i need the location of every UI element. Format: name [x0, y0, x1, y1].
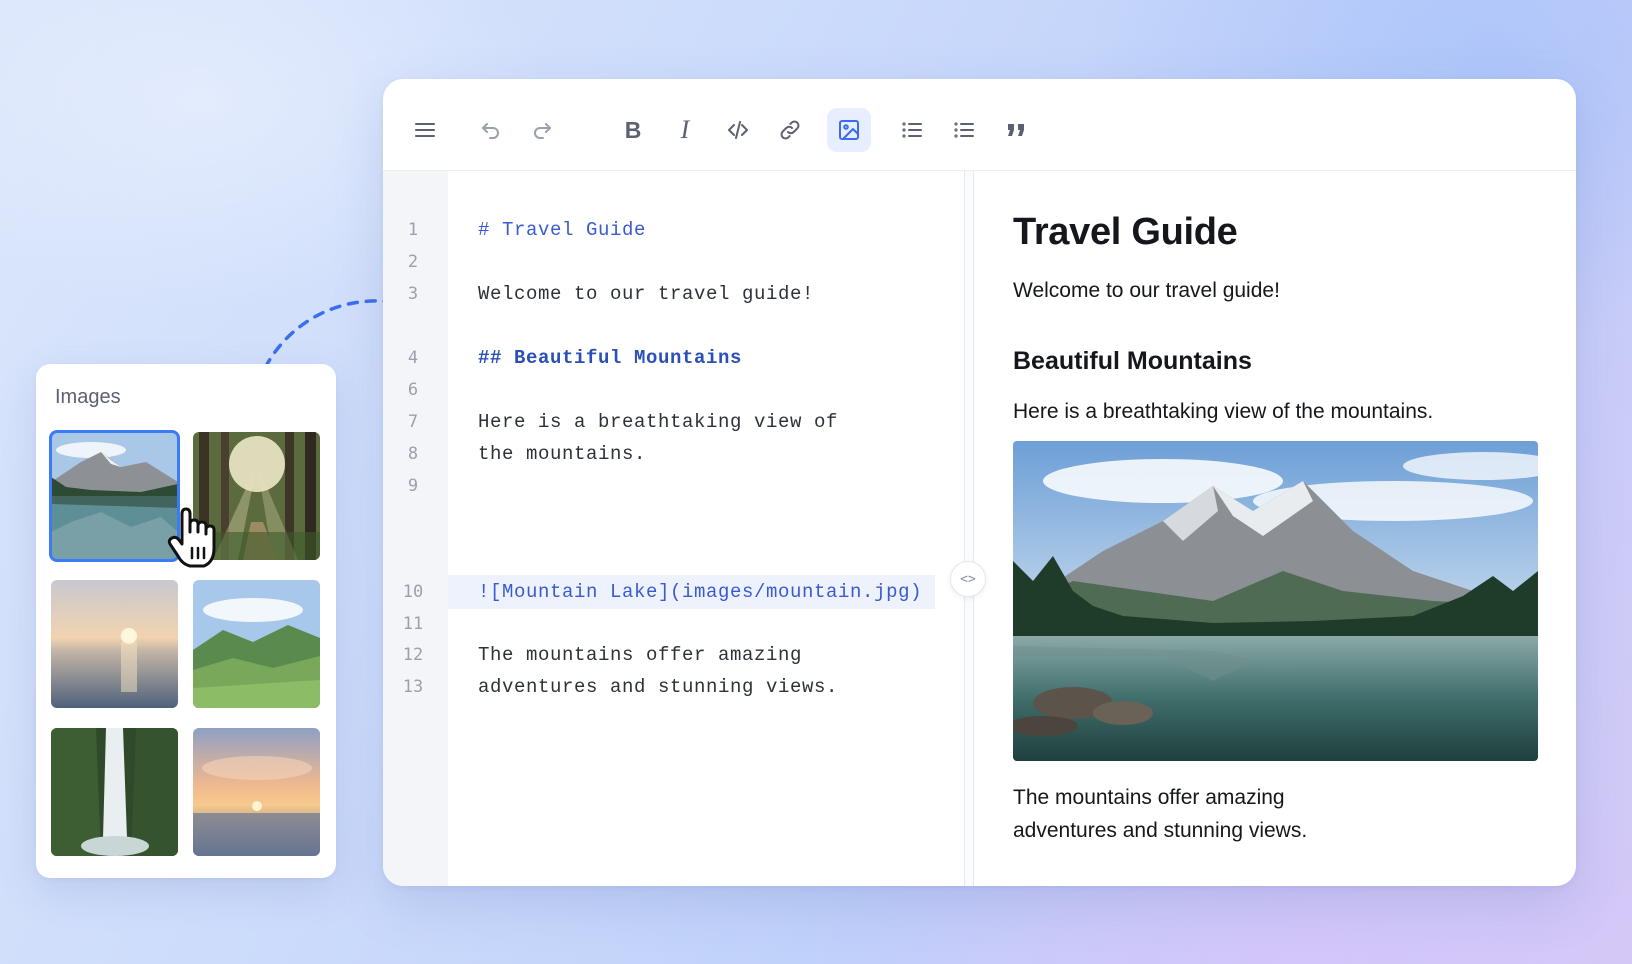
code-line[interactable]: 4 ## Beautiful Mountains [383, 342, 965, 374]
code-line[interactable]: 10 ![Mountain Lake](images/mountain.jpg) [383, 576, 965, 608]
code-line[interactable]: 11 [383, 608, 965, 640]
preview-paragraph: Welcome to our travel guide! [1013, 279, 1280, 302]
code-line[interactable]: 6 [383, 374, 965, 406]
markdown-source-pane[interactable]: 1 # Travel Guide 2 3 Welcome to our trav… [383, 171, 965, 886]
image-icon[interactable] [827, 108, 871, 152]
thumbnail-green-valley[interactable] [193, 580, 320, 708]
thumbnail-waterfall[interactable] [51, 728, 178, 856]
resize-handle-icon[interactable]: <> [950, 561, 986, 597]
code-line[interactable]: 13 adventures and stunning views. [383, 671, 965, 703]
ordered-list-icon[interactable] [942, 108, 986, 152]
code-line[interactable]: 3 Welcome to our travel guide! [383, 278, 965, 310]
preview-pane: Travel Guide Welcome to our travel guide… [1013, 171, 1538, 886]
thumbnail-ocean-sunset[interactable] [51, 580, 178, 708]
preview-paragraph: Here is a breathtaking view of the mount… [1013, 400, 1434, 423]
bullet-list-icon[interactable] [890, 108, 934, 152]
code-line[interactable]: 7 Here is a breathtaking view of [383, 406, 965, 438]
quote-icon[interactable] [994, 108, 1038, 152]
code-line[interactable]: 8 the mountains. [383, 438, 965, 470]
italic-icon[interactable]: I [663, 108, 707, 152]
code-line[interactable]: 9 [383, 470, 965, 502]
preview-heading-1: Travel Guide [1013, 211, 1238, 253]
hand-cursor-icon [167, 507, 216, 568]
preview-heading-2: Beautiful Mountains [1013, 347, 1252, 375]
thumbnail-pastel-sunset[interactable] [193, 728, 320, 856]
menu-icon[interactable] [403, 108, 447, 152]
pane-divider[interactable] [964, 171, 974, 886]
preview-paragraph: The mountains offer amazing adventures a… [1013, 786, 1308, 842]
code-line[interactable]: 12 The mountains offer amazing [383, 639, 965, 671]
toolbar: B I [383, 79, 1576, 171]
panel-title: Images [55, 386, 121, 408]
redo-icon[interactable] [521, 108, 565, 152]
bold-icon[interactable]: B [611, 108, 655, 152]
link-icon[interactable] [768, 108, 812, 152]
preview-mountain-image [1013, 441, 1538, 761]
code-line[interactable]: 2 [383, 246, 965, 278]
markdown-editor: B I 1 # Travel Guide 2 3 Welcome to our … [383, 79, 1576, 886]
images-panel: Images [36, 364, 336, 878]
code-line[interactable]: 1 # Travel Guide [383, 214, 965, 246]
code-icon[interactable] [716, 108, 760, 152]
thumbnail-mountain-lake[interactable] [49, 430, 180, 562]
undo-icon[interactable] [468, 108, 512, 152]
